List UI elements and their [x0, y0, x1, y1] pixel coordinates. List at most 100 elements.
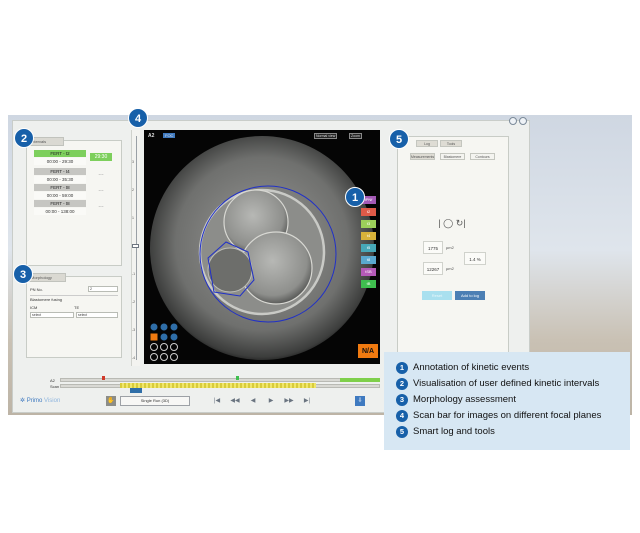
pn-select[interactable]: 2	[88, 286, 118, 292]
callout-5: 5	[389, 129, 409, 149]
first-frame-button[interactable]: |◀	[212, 396, 222, 406]
area-field: 1775	[423, 241, 443, 254]
tab-morphology[interactable]: Morphology	[28, 273, 66, 282]
timeline[interactable]: A2 Scan	[14, 372, 382, 394]
ellipse-tool-icon[interactable]: | ◯	[438, 218, 455, 228]
timeline-range[interactable]	[120, 383, 316, 388]
legend-text: Visualisation of user defined kinetic in…	[413, 378, 600, 389]
well-label: A2	[148, 133, 155, 139]
timeline-marker	[340, 378, 380, 382]
close-icon[interactable]	[519, 117, 527, 125]
last-frame-button[interactable]: ▶|	[302, 396, 312, 406]
pn-label: PN No.	[30, 287, 43, 292]
divider	[30, 295, 118, 296]
area2-unit: µm2	[446, 266, 454, 271]
interval-item[interactable]: FERT - t4 00:00 - 35:30 ---	[34, 168, 112, 184]
event-button-t8[interactable]: t8	[361, 256, 376, 264]
event-button-t5[interactable]: t5	[361, 244, 376, 252]
event-button-tb[interactable]: tB	[361, 280, 376, 288]
event-button-tsb[interactable]: tSB	[361, 268, 376, 276]
interval-duration: ---	[98, 204, 104, 210]
legend-number: 2	[396, 378, 408, 390]
well-dot[interactable]	[150, 353, 158, 361]
icm-select[interactable]: select	[30, 312, 74, 318]
well-dot[interactable]	[170, 343, 178, 351]
legend-number: 4	[396, 410, 408, 422]
well-dot[interactable]	[170, 353, 178, 361]
log-tools-panel	[397, 136, 509, 366]
interval-duration: ---	[98, 172, 104, 178]
well-dot[interactable]	[170, 333, 178, 341]
scan-track[interactable]	[136, 136, 137, 360]
hand-icon[interactable]: ✋	[106, 396, 116, 406]
fast-back-button[interactable]: ◀◀	[230, 396, 240, 406]
legend-text: Annotation of kinetic events	[413, 362, 530, 373]
well-dot[interactable]	[150, 343, 158, 351]
interval-item[interactable]: FERT - t8 00:00 - 59:00 ---	[34, 184, 112, 200]
interval-time: 00:00 - 35:30	[34, 176, 86, 183]
event-button-t3[interactable]: t3	[361, 220, 376, 228]
step-back-button[interactable]: ◀	[248, 396, 258, 406]
scan-tick: -4	[132, 356, 136, 360]
tab-contours[interactable]: Contours	[470, 153, 495, 160]
area-unit: µm2	[446, 245, 454, 250]
legend: 1 Annotation of kinetic events 2 Visuali…	[384, 352, 630, 450]
tab-tools[interactable]: Tools	[440, 140, 462, 147]
icm-label: ICM	[30, 305, 38, 310]
well-dot[interactable]	[150, 323, 158, 331]
interval-duration: ---	[98, 188, 104, 194]
scan-handle[interactable]	[132, 244, 139, 248]
embryo-image	[150, 136, 374, 361]
interval-time: 00:00 - 59:00	[34, 192, 86, 199]
brand-name: Primo	[26, 398, 43, 404]
zoom-select[interactable]: Zoom	[349, 133, 362, 139]
timeline-row-label: Scan	[50, 384, 60, 389]
well-dot-selected[interactable]	[150, 333, 158, 341]
minimize-icon[interactable]	[509, 117, 517, 125]
area2-field: 12267	[423, 262, 443, 275]
tab-log[interactable]: Log	[416, 140, 438, 147]
timeline-row-label: A2	[50, 378, 55, 383]
brand-icon: ✲	[20, 398, 27, 404]
scan-tick: -3	[132, 328, 136, 332]
scan-tick: 1	[132, 216, 134, 220]
timeline-event-marker	[102, 376, 105, 380]
interval-label: FERT - t8	[34, 200, 86, 207]
well-dot[interactable]	[170, 323, 178, 331]
reset-button[interactable]: Reset	[422, 291, 452, 300]
interval-item[interactable]: FERT - t8 00:00 - 138:00 ---	[34, 200, 112, 216]
percent-field: 1.4 %	[464, 252, 486, 265]
callout-3: 3	[13, 264, 33, 284]
tab-blastomere[interactable]: Blastomere	[440, 153, 465, 160]
brand-logo: ✲ Primo Vision	[20, 397, 60, 404]
interval-label: FERT - t4	[34, 168, 86, 175]
export-icon[interactable]: ⇩	[355, 396, 365, 406]
well-dot[interactable]	[160, 323, 168, 331]
well-dot[interactable]	[160, 333, 168, 341]
timeline-track[interactable]	[60, 378, 380, 382]
fast-forward-button[interactable]: ▶▶	[284, 396, 294, 406]
callout-4: 4	[128, 108, 148, 128]
bottom-bar: ✲ Primo Vision ✋ Single Run (3D) |◀ ◀◀ ◀…	[12, 393, 412, 410]
well-dot[interactable]	[160, 343, 168, 351]
add-to-log-button[interactable]: Add to log	[455, 291, 485, 300]
event-button-t2[interactable]: t2	[361, 208, 376, 216]
scan-tick: -1	[132, 272, 136, 276]
tab-measurements[interactable]: Measurements	[410, 153, 435, 160]
view-select[interactable]: Normal view	[314, 133, 338, 139]
legend-number: 1	[396, 362, 408, 374]
lasso-tool-icon[interactable]: ↻|	[456, 218, 466, 228]
legend-text: Smart log and tools	[413, 426, 495, 437]
well-dot[interactable]	[160, 353, 168, 361]
interval-item[interactable]: FERT - t2 00:00 - 29:30 29:30	[34, 150, 112, 166]
event-button-t4[interactable]: t4	[361, 232, 376, 240]
legend-text: Morphology assessment	[413, 394, 516, 405]
view-mode-select[interactable]: Single Run (3D)	[120, 396, 190, 406]
te-select[interactable]: select	[76, 312, 118, 318]
interval-time: 00:00 - 138:00	[34, 208, 86, 215]
fragments	[207, 247, 253, 293]
interval-label: FERT - t2	[34, 150, 86, 157]
scan-tick: 3	[132, 160, 134, 164]
play-button[interactable]: ▶	[266, 396, 276, 406]
embryo-viewer[interactable]: A2 FOC Normal view Zoom tPNf t2 t3 t4 t5…	[144, 130, 380, 364]
